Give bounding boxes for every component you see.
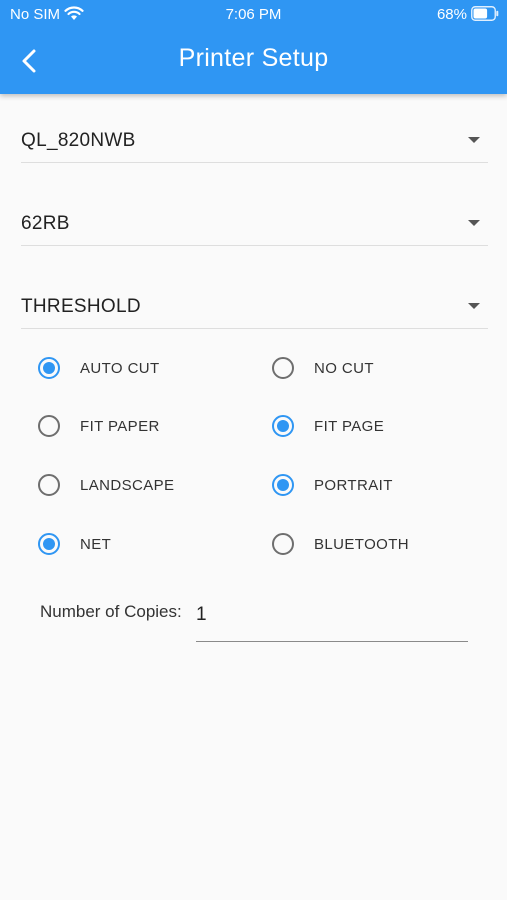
caret-down-icon <box>468 220 480 226</box>
status-time: 7:06 PM <box>225 6 282 23</box>
printer-dropdown-value: QL_820NWB <box>21 130 136 151</box>
option-label: AUTO CUT <box>80 359 160 377</box>
option-label: BLUETOOTH <box>314 535 410 553</box>
option-fit-page[interactable]: FIT PAGE <box>272 411 384 441</box>
option-bluetooth[interactable]: BLUETOOTH <box>272 529 409 559</box>
copies-input[interactable] <box>196 596 468 642</box>
radio-net[interactable] <box>38 533 60 555</box>
printer-dropdown[interactable]: QL_820NWB <box>21 123 488 163</box>
app-bar: No SIM 7:06 PM 68% Printer Setup <box>0 0 507 94</box>
mode-dropdown-value: THRESHOLD <box>21 296 141 317</box>
option-label: LANDSCAPE <box>80 476 175 494</box>
radio-fit-paper[interactable] <box>38 415 60 437</box>
battery-percent: 68% <box>436 6 467 23</box>
option-net[interactable]: NET <box>38 529 111 559</box>
radio-portrait[interactable] <box>272 474 294 496</box>
option-auto-cut[interactable]: AUTO CUT <box>38 353 160 383</box>
status-bar: No SIM 7:06 PM 68% <box>0 0 507 28</box>
option-label: FIT PAPER <box>80 417 160 435</box>
radio-auto-cut[interactable] <box>38 357 60 379</box>
option-label: FIT PAGE <box>314 417 385 435</box>
option-label: NO CUT <box>314 359 374 377</box>
radio-no-cut[interactable] <box>272 357 294 379</box>
option-portrait[interactable]: PORTRAIT <box>272 470 393 500</box>
option-fit-paper[interactable]: FIT PAPER <box>38 411 160 441</box>
radio-fit-page[interactable] <box>272 415 294 437</box>
page-title: Printer Setup <box>178 44 329 72</box>
radio-landscape[interactable] <box>38 474 60 496</box>
option-label: NET <box>80 535 112 553</box>
printer-setup-screen: No SIM 7:06 PM 68% Printer Setup QL_820N… <box>0 0 507 900</box>
label-dropdown-value: 62RB <box>21 213 70 234</box>
copies-label: Number of Copies: <box>40 602 182 621</box>
caret-down-icon <box>468 303 480 309</box>
battery-icon <box>471 6 499 21</box>
option-label: PORTRAIT <box>314 476 393 494</box>
option-no-cut[interactable]: NO CUT <box>272 353 374 383</box>
radio-bluetooth[interactable] <box>272 533 294 555</box>
option-landscape[interactable]: LANDSCAPE <box>38 470 174 500</box>
label-dropdown[interactable]: 62RB <box>21 206 488 246</box>
mode-dropdown[interactable]: THRESHOLD <box>21 289 488 329</box>
caret-down-icon <box>468 137 480 143</box>
